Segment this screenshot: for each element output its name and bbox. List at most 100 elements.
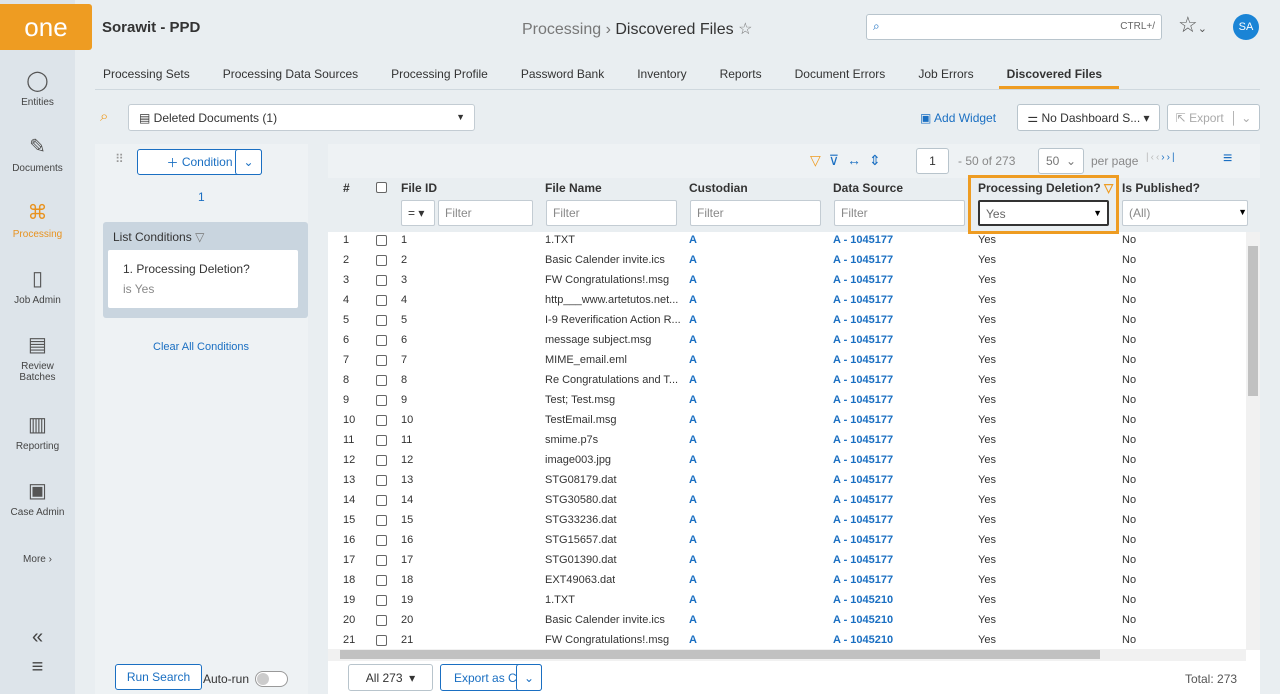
cell-data-source[interactable]: A - 1045177 (833, 334, 893, 346)
cell-data-source[interactable]: A - 1045177 (833, 374, 893, 386)
cell-data-source[interactable]: A - 1045210 (833, 594, 893, 606)
auto-run-toggle[interactable] (255, 671, 288, 687)
export-button[interactable]: ⇱ Export │ ⌄ (1167, 104, 1260, 131)
scope-select[interactable]: All 273 ▾ (348, 664, 433, 691)
select-all-checkbox[interactable] (376, 182, 387, 193)
row-height-icon[interactable]: ⇕ (869, 152, 889, 168)
cell-data-source[interactable]: A - 1045177 (833, 474, 893, 486)
sidebar-item-documents[interactable]: ✎ Documents (0, 134, 75, 174)
col-header-file-id[interactable]: File ID (401, 181, 437, 195)
cell-custodian[interactable]: A (689, 354, 697, 366)
sidebar-more[interactable]: More › (0, 554, 75, 565)
tab-processing-profile[interactable]: Processing Profile (383, 62, 505, 89)
cell-custodian[interactable]: A (689, 254, 697, 266)
row-checkbox[interactable] (376, 295, 387, 306)
cell-custodian[interactable]: A (689, 474, 697, 486)
table-row[interactable]: 19 19 1.TXT A A - 1045210 Yes No (328, 590, 1246, 610)
dashboard-select[interactable]: ⚌ No Dashboard S... ▾ (1017, 104, 1160, 131)
cell-custodian[interactable]: A (689, 534, 697, 546)
custodian-filter[interactable]: Filter (690, 200, 821, 226)
file-id-operator-select[interactable]: = ▾ (401, 200, 435, 226)
table-row[interactable]: 9 9 Test; Test.msg A A - 1045177 Yes No (328, 390, 1246, 410)
row-checkbox[interactable] (376, 475, 387, 486)
vertical-scrollbar[interactable] (1246, 232, 1260, 650)
clear-all-conditions-link[interactable]: Clear All Conditions (153, 341, 249, 353)
avatar[interactable]: SA (1233, 14, 1259, 40)
page-number-input[interactable]: 1 (916, 148, 949, 174)
favorite-star-icon[interactable]: ☆ (738, 21, 752, 38)
tab-document-errors[interactable]: Document Errors (787, 62, 903, 89)
row-checkbox[interactable] (376, 635, 387, 646)
cell-custodian[interactable]: A (689, 414, 697, 426)
cell-data-source[interactable]: A - 1045177 (833, 234, 893, 246)
row-checkbox[interactable] (376, 395, 387, 406)
table-row[interactable]: 1 1 1.TXT A A - 1045177 Yes No (328, 230, 1246, 250)
cell-data-source[interactable]: A - 1045177 (833, 354, 893, 366)
per-page-select[interactable]: 50 ⌄ (1038, 148, 1084, 174)
table-row[interactable]: 20 20 Basic Calender invite.ics A A - 104521… (328, 610, 1246, 630)
grid-menu-icon[interactable]: ≡ (1223, 150, 1232, 168)
row-checkbox[interactable] (376, 555, 387, 566)
cell-data-source[interactable]: A - 1045177 (833, 314, 893, 326)
cell-data-source[interactable]: A - 1045177 (833, 254, 893, 266)
tab-processing-sets[interactable]: Processing Sets (95, 62, 207, 89)
condition-dropdown-button[interactable]: ⌄ (235, 149, 262, 175)
table-row[interactable]: 17 17 STG01390.dat A A - 1045177 Yes No (328, 550, 1246, 570)
cell-custodian[interactable]: A (689, 574, 697, 586)
cell-custodian[interactable]: A (689, 634, 697, 646)
cell-custodian[interactable]: A (689, 434, 697, 446)
row-checkbox[interactable] (376, 615, 387, 626)
row-checkbox[interactable] (376, 435, 387, 446)
tab-processing-data-sources[interactable]: Processing Data Sources (215, 62, 375, 89)
saved-search-select[interactable]: ▤ Deleted Documents (1) ▼ (128, 104, 475, 131)
sidebar-item-job-admin[interactable]: ▯ Job Admin (0, 266, 75, 306)
cell-data-source[interactable]: A - 1045210 (833, 634, 893, 646)
cell-data-source[interactable]: A - 1045177 (833, 494, 893, 506)
add-widget-button[interactable]: ▣ Add Widget (920, 111, 996, 125)
cell-data-source[interactable]: A - 1045177 (833, 554, 893, 566)
sidebar-item-reporting[interactable]: ▥ Reporting (0, 412, 75, 452)
cell-custodian[interactable]: A (689, 234, 697, 246)
cell-custodian[interactable]: A (689, 374, 697, 386)
collapse-icon[interactable]: « (0, 626, 75, 649)
app-logo[interactable]: one (0, 4, 92, 50)
row-checkbox[interactable] (376, 575, 387, 586)
table-row[interactable]: 16 16 STG15657.dat A A - 1045177 Yes No (328, 530, 1246, 550)
cell-custodian[interactable]: A (689, 394, 697, 406)
global-search-input[interactable]: ⌕ CTRL+/ (866, 14, 1162, 40)
table-row[interactable]: 13 13 STG08179.dat A A - 1045177 Yes No (328, 470, 1246, 490)
row-checkbox[interactable] (376, 315, 387, 326)
col-header-file-name[interactable]: File Name (545, 181, 602, 195)
table-row[interactable]: 7 7 MIME_email.eml A A - 1045177 Yes No (328, 350, 1246, 370)
cell-data-source[interactable]: A - 1045177 (833, 414, 893, 426)
cell-data-source[interactable]: A - 1045177 (833, 574, 893, 586)
cell-custodian[interactable]: A (689, 334, 697, 346)
drag-handle-icon[interactable]: ⠿ (115, 152, 124, 166)
table-row[interactable]: 8 8 Re Congratulations and T... A A - 104517… (328, 370, 1246, 390)
row-checkbox[interactable] (376, 335, 387, 346)
cell-data-source[interactable]: A - 1045177 (833, 514, 893, 526)
tab-job-errors[interactable]: Job Errors (910, 62, 990, 89)
cell-data-source[interactable]: A - 1045177 (833, 454, 893, 466)
cell-data-source[interactable]: A - 1045177 (833, 294, 893, 306)
cell-custodian[interactable]: A (689, 594, 697, 606)
menu-icon[interactable]: ≡ (0, 656, 75, 679)
sidebar-item-case-admin[interactable]: ▣ Case Admin (0, 478, 75, 518)
horizontal-scrollbar[interactable] (328, 649, 1246, 661)
is-published-filter[interactable]: (All) ▼ (1122, 200, 1248, 226)
filter-icon[interactable]: ▽ (810, 152, 829, 168)
fit-columns-icon[interactable]: ↔ (847, 152, 869, 168)
sidebar-item-processing[interactable]: ⌘ Processing (0, 200, 75, 240)
cell-data-source[interactable]: A - 1045210 (833, 614, 893, 626)
cell-data-source[interactable]: A - 1045177 (833, 394, 893, 406)
table-row[interactable]: 18 18 EXT49063.dat A A - 1045177 Yes No (328, 570, 1246, 590)
table-row[interactable]: 12 12 image003.jpg A A - 1045177 Yes No (328, 450, 1246, 470)
table-row[interactable]: 5 5 I-9 Reverification Action R... A A - 104… (328, 310, 1246, 330)
file-id-filter[interactable]: Filter (438, 200, 533, 226)
clear-filter-icon[interactable]: ⊽ (829, 152, 847, 168)
tab-inventory[interactable]: Inventory (629, 62, 703, 89)
cell-custodian[interactable]: A (689, 554, 697, 566)
tab-discovered-files[interactable]: Discovered Files (998, 62, 1120, 89)
sidebar-item-review-batches[interactable]: ▤ Review Batches (0, 332, 75, 383)
favorites-star-icon[interactable]: ☆⌄ (1178, 12, 1207, 38)
